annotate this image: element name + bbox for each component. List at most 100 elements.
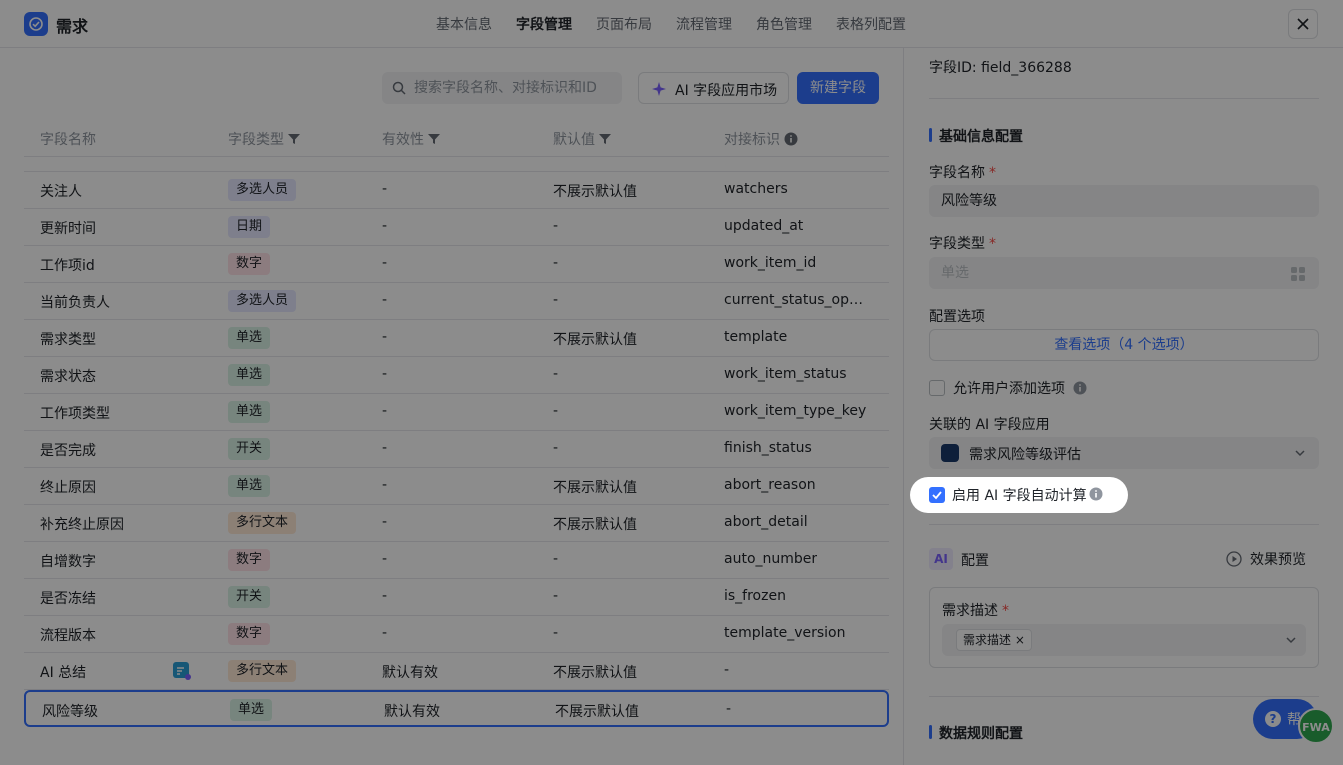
- cell-validity: 默认有效: [382, 665, 438, 681]
- field-name-input[interactable]: 风险等级: [929, 185, 1319, 217]
- type-tag: 开关: [228, 586, 271, 608]
- tab-table-columns[interactable]: 表格列配置: [836, 14, 906, 34]
- ai-app-label: 关联的 AI 字段应用: [929, 417, 1050, 433]
- cell-field-type: 数字: [228, 253, 271, 275]
- play-icon: [1226, 551, 1242, 567]
- cell-key: finish_status: [724, 440, 812, 456]
- cell-field-type: 单选: [228, 364, 271, 386]
- cell-validity: -: [382, 366, 388, 382]
- filter-icon: [288, 134, 300, 144]
- check-icon: [932, 491, 942, 500]
- view-options-button[interactable]: 查看选项（4 个选项）: [929, 329, 1319, 361]
- table-row[interactable]: 风险等级 单选 默认有效 不展示默认值 -: [24, 690, 889, 727]
- cell-field-name: 工作项id: [40, 258, 95, 274]
- search-input[interactable]: [414, 72, 614, 104]
- allow-add-option-row[interactable]: 允许用户添加选项: [929, 378, 1087, 398]
- preview-label: 效果预览: [1250, 552, 1306, 568]
- cell-field-name: 补充终止原因: [40, 517, 124, 533]
- table-row[interactable]: 流程版本 数字 - - template_version: [24, 616, 889, 653]
- grid-icon: [1291, 267, 1305, 281]
- top-bar: 需求 基本信息 字段管理 页面布局 流程管理 角色管理 表格列配置: [0, 0, 1343, 48]
- cell-default: 不展示默认值: [553, 517, 637, 533]
- type-tag: 数字: [228, 549, 271, 571]
- app-logo-icon: [24, 12, 48, 36]
- cell-key: watchers: [724, 181, 788, 197]
- cell-default: 不展示默认值: [555, 704, 639, 720]
- auto-calc-spotlight[interactable]: 启用 AI 字段自动计算: [910, 477, 1128, 513]
- field-detail-panel: 字段ID: field_366288 基础信息配置 字段名称 * 风险等级 字段类…: [903, 48, 1343, 765]
- table-row[interactable]: AI 总结 多行文本 默认有效 不展示默认值 -: [24, 653, 889, 690]
- table-row[interactable]: 是否冻结 开关 - - is_frozen: [24, 579, 889, 616]
- cell-field-type: 单选: [228, 401, 271, 423]
- type-tag: 日期: [228, 216, 271, 238]
- search-box[interactable]: [382, 72, 622, 104]
- chip-remove-icon[interactable]: ×: [1015, 633, 1025, 647]
- table-row[interactable]: 是否完成 开关 - - finish_status: [24, 431, 889, 468]
- auto-calc-checkbox[interactable]: [929, 487, 945, 503]
- cell-validity: -: [382, 329, 388, 345]
- ai-app-select[interactable]: 需求风险等级评估: [929, 437, 1319, 469]
- table-row[interactable]: 补充终止原因 多行文本 - 不展示默认值 abort_detail: [24, 505, 889, 542]
- type-tag: 数字: [228, 623, 271, 645]
- cell-field-name: 需求类型: [40, 332, 96, 348]
- cell-key: updated_at: [724, 218, 804, 234]
- close-button[interactable]: [1288, 9, 1318, 39]
- cell-validity: 默认有效: [384, 704, 440, 720]
- info-icon: [1089, 487, 1103, 501]
- cell-key: work_item_status: [724, 366, 847, 382]
- type-tag: 多行文本: [228, 660, 297, 682]
- cell-field-type: 多选人员: [228, 179, 297, 201]
- allow-add-checkbox[interactable]: [929, 380, 945, 396]
- ai-market-label: AI 字段应用市场: [675, 83, 778, 99]
- ai-app-value: 需求风险等级评估: [969, 447, 1081, 463]
- preview-button[interactable]: 效果预览: [1226, 549, 1306, 569]
- tab-field-management[interactable]: 字段管理: [516, 14, 572, 34]
- ai-summary-icon: [173, 662, 191, 680]
- cell-validity: -: [382, 477, 388, 493]
- table-row[interactable]: 需求类型 单选 - 不展示默认值 template: [24, 320, 889, 357]
- cell-field-name: 是否冻结: [40, 591, 96, 607]
- table-row[interactable]: 自增数字 数字 - - auto_number: [24, 542, 889, 579]
- tab-workflow[interactable]: 流程管理: [676, 14, 732, 34]
- col-header-type[interactable]: 字段类型: [228, 129, 300, 149]
- type-tag: 多选人员: [228, 179, 297, 201]
- cell-field-name: 更新时间: [40, 221, 96, 237]
- cell-default: 不展示默认值: [553, 480, 637, 496]
- table-row[interactable]: 更新时间 日期 - - updated_at: [24, 209, 889, 246]
- cell-key: template_version: [724, 625, 846, 641]
- top-nav: 基本信息 字段管理 页面布局 流程管理 角色管理 表格列配置: [436, 14, 906, 34]
- cell-field-type: 单选: [228, 475, 271, 497]
- cell-validity: -: [382, 440, 388, 456]
- desc-select[interactable]: 需求描述 ×: [942, 624, 1306, 656]
- auto-calc-label: 启用 AI 字段自动计算: [952, 488, 1087, 504]
- col-header-default[interactable]: 默认值: [553, 129, 611, 149]
- cell-key: work_item_type_key: [724, 403, 867, 419]
- table-row[interactable]: 工作项id 数字 - - work_item_id: [24, 246, 889, 283]
- type-tag: 数字: [228, 253, 271, 275]
- new-field-button[interactable]: 新建字段: [797, 72, 879, 104]
- filter-icon: [599, 134, 611, 144]
- table-row[interactable]: 需求状态 单选 - - work_item_status: [24, 357, 889, 394]
- cell-field-type: 多选人员: [228, 290, 297, 312]
- cell-field-name: 需求状态: [40, 369, 96, 385]
- type-tag: 单选: [228, 475, 271, 497]
- col-header-valid[interactable]: 有效性: [382, 129, 440, 149]
- table-row[interactable]: 当前负责人 多选人员 - - current_status_ope...: [24, 283, 889, 320]
- table-row[interactable]: 工作项类型 单选 - - work_item_type_key: [24, 394, 889, 431]
- cell-field-name: 流程版本: [40, 628, 96, 644]
- fwa-avatar[interactable]: FWA: [1298, 708, 1334, 744]
- table-body: 关注人 多选人员 - 不展示默认值 watchers 更新时间 日期 - - updated_at…: [24, 157, 889, 765]
- ai-config-card: 需求描述 * 需求描述 ×: [929, 587, 1319, 668]
- tab-basic-info[interactable]: 基本信息: [436, 14, 492, 34]
- table-row[interactable]: 关注人 多选人员 - 不展示默认值 watchers: [24, 172, 889, 209]
- cell-default: -: [553, 551, 559, 567]
- cell-field-name: 风险等级: [42, 704, 98, 720]
- ai-market-button[interactable]: AI 字段应用市场: [638, 72, 789, 104]
- cell-default: 不展示默认值: [553, 332, 637, 348]
- tab-roles[interactable]: 角色管理: [756, 14, 812, 34]
- cell-field-name: 是否完成: [40, 443, 96, 459]
- tab-page-layout[interactable]: 页面布局: [596, 14, 652, 34]
- chevron-down-icon: [1295, 450, 1305, 457]
- table-row[interactable]: 终止原因 单选 - 不展示默认值 abort_reason: [24, 468, 889, 505]
- type-tag: 单选: [228, 327, 271, 349]
